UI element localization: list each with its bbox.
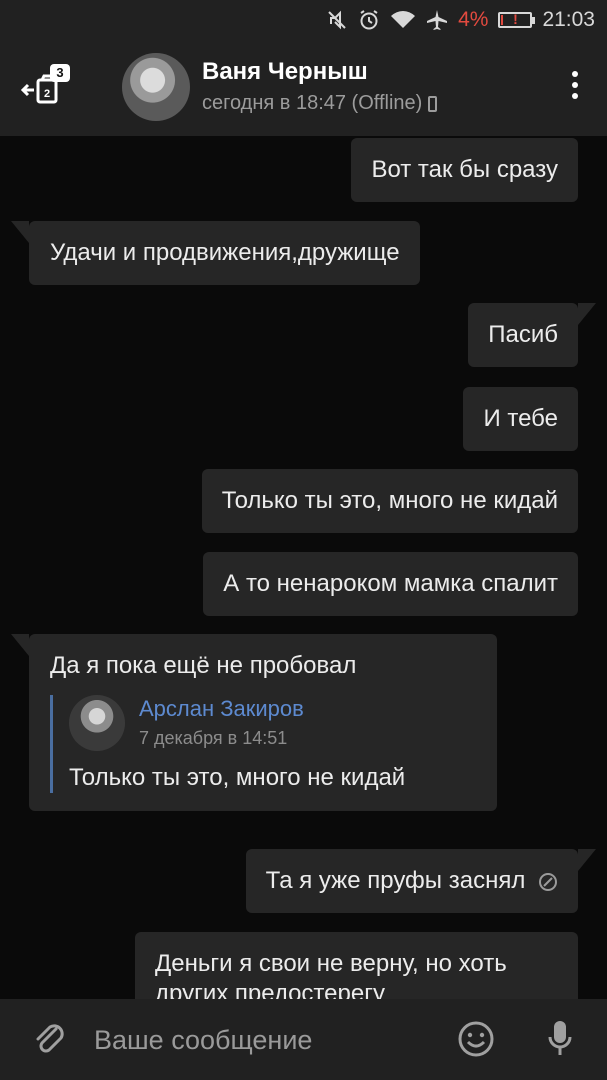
- message-text: Да я пока ещё не пробовал: [50, 652, 357, 679]
- message-text: Только ты это, много не кидай: [221, 487, 558, 514]
- voice-message-button[interactable]: [547, 1019, 573, 1059]
- message-bubble-outgoing[interactable]: Та я уже пруфы заснял: [245, 849, 596, 913]
- battery-percent: 4%: [458, 8, 489, 31]
- forwarded-date: 7 декабря в 14:51: [139, 728, 288, 748]
- message-text: Деньги я свои не верну, но хоть других п…: [155, 950, 507, 999]
- forwarded-author-avatar: [69, 695, 125, 751]
- more-dot-icon: [572, 71, 578, 77]
- message-text: Удачи и продвижения,дружище: [50, 239, 400, 266]
- airplane-icon: [426, 9, 448, 31]
- unread-status-icon: [539, 872, 557, 891]
- contact-status: сегодня в 18:47 (Offline): [202, 92, 438, 115]
- forwarded-text: Только ты это, много не кидай: [69, 764, 406, 791]
- more-dot-icon: [572, 82, 578, 88]
- battery-low-icon: !: [498, 11, 536, 28]
- message-bubble-outgoing[interactable]: А то ненароком мамка спалит: [203, 552, 578, 616]
- svg-text:2: 2: [44, 88, 50, 100]
- message-bubble-incoming[interactable]: Удачи и продвижения,дружище: [11, 221, 420, 285]
- message-bubble-outgoing[interactable]: Вот так бы сразу: [351, 138, 578, 202]
- message-text: Пасиб: [488, 321, 558, 348]
- status-bar: 4% ! 21:03: [0, 0, 607, 40]
- forwarded-header: Арслан Закиров 7 декабря в 14:51: [69, 695, 477, 751]
- mobile-icon: [428, 95, 438, 112]
- emoji-button[interactable]: [457, 1020, 495, 1058]
- bubble-tail: [578, 849, 596, 871]
- smiley-icon: [458, 1021, 494, 1057]
- message-list[interactable]: Вот так бы сразу Удачи и продвижения,дру…: [0, 136, 607, 999]
- message-bubble-outgoing[interactable]: Деньги я свои не верну, но хоть других п…: [135, 932, 578, 999]
- wifi-icon: [390, 10, 416, 30]
- clock: 21:03: [542, 8, 595, 31]
- contact-avatar[interactable]: [122, 53, 190, 121]
- message-bubble-outgoing[interactable]: Пасиб: [468, 303, 596, 367]
- mute-icon: [326, 9, 348, 31]
- more-dot-icon: [572, 93, 578, 99]
- message-bubble-incoming[interactable]: Да я пока ещё не пробовал Арслан Закиров…: [11, 634, 497, 811]
- microphone-icon: [548, 1021, 572, 1055]
- unread-badge: 3: [50, 64, 70, 82]
- message-bubble-outgoing[interactable]: Только ты это, много не кидай: [201, 469, 578, 533]
- bubble-tail: [11, 634, 29, 656]
- message-input[interactable]: [92, 1017, 436, 1063]
- contact-name[interactable]: Ваня Черныш: [202, 58, 368, 86]
- forwarded-author-name[interactable]: Арслан Закиров: [139, 696, 304, 722]
- composer-bar: [0, 999, 607, 1080]
- forwarded-message[interactable]: Арслан Закиров 7 декабря в 14:51 Только …: [50, 695, 477, 793]
- message-text: Вот так бы сразу: [371, 156, 558, 183]
- message-text: Та я уже пруфы заснял: [265, 867, 526, 894]
- back-button[interactable]: 2 3: [18, 64, 74, 114]
- chat-header: 2 3 Ваня Черныш сегодня в 18:47 (Offline…: [0, 40, 607, 136]
- bubble-tail: [578, 303, 596, 325]
- more-options-button[interactable]: [569, 71, 581, 103]
- last-seen-text: сегодня в 18:47 (Offline): [202, 92, 423, 114]
- bubble-tail: [11, 221, 29, 243]
- alarm-icon: [358, 9, 380, 31]
- message-text: И тебе: [483, 405, 558, 432]
- paperclip-icon: [36, 1024, 64, 1053]
- message-bubble-outgoing[interactable]: И тебе: [463, 387, 578, 451]
- attach-button[interactable]: [30, 1019, 70, 1059]
- message-text: А то ненароком мамка спалит: [223, 570, 558, 597]
